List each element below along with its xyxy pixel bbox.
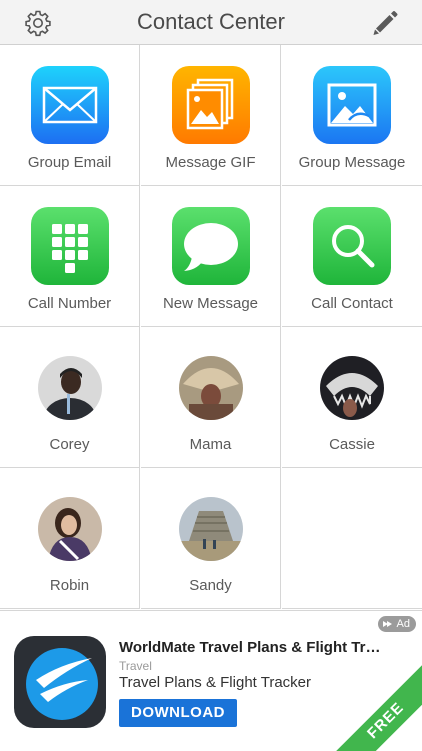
tile-group-email[interactable]: Group Email (0, 45, 140, 186)
tile-label: Message GIF (165, 154, 256, 171)
contact-sandy[interactable]: Sandy (141, 468, 281, 609)
page-title: Contact Center (137, 9, 285, 34)
contact-grid: Group Email Message GIF Group Message Ca… (0, 45, 422, 609)
contact-name: Corey (49, 436, 90, 453)
picture-frame-icon (313, 66, 391, 144)
tile-label: Group Message (298, 154, 406, 171)
tile-message-gif[interactable]: Message GIF (141, 45, 281, 186)
ad-badge[interactable]: Ad (377, 616, 416, 632)
top-bar: Contact Center (0, 0, 422, 45)
avatar (179, 356, 243, 420)
contact-name: Cassie (329, 436, 375, 453)
tile-label: New Message (162, 295, 259, 312)
empty-cell (282, 468, 422, 609)
tile-label: Call Contact (311, 295, 393, 312)
envelope-icon (31, 66, 109, 144)
ad-banner[interactable]: Ad WorldMate Travel Plans & Flight Tr… T… (0, 610, 422, 751)
tile-new-message[interactable]: New Message (141, 186, 281, 327)
contact-robin[interactable]: Robin (0, 468, 140, 609)
magnifier-icon (313, 207, 391, 285)
tile-call-number[interactable]: Call Number (0, 186, 140, 327)
contact-name: Sandy (189, 577, 232, 594)
tile-label: Group Email (27, 154, 112, 171)
ad-choices-icon (382, 621, 392, 627)
ad-badge-label: Ad (396, 618, 410, 630)
photo-stack-icon (172, 66, 250, 144)
contact-mama[interactable]: Mama (141, 327, 281, 468)
dialpad-icon (31, 207, 109, 285)
avatar (38, 356, 102, 420)
worldmate-logo-icon[interactable] (14, 636, 106, 728)
contact-name: Robin (49, 577, 90, 594)
tile-group-message[interactable]: Group Message (282, 45, 422, 186)
speech-bubble-icon (172, 207, 250, 285)
avatar (38, 497, 102, 561)
contact-cassie[interactable]: Cassie (282, 327, 422, 468)
pencil-icon[interactable] (370, 8, 400, 38)
tile-label: Call Number (27, 295, 112, 312)
tile-call-contact[interactable]: Call Contact (282, 186, 422, 327)
avatar (179, 497, 243, 561)
free-ribbon: FREE (319, 654, 422, 751)
ad-app-title[interactable]: WorldMate Travel Plans & Flight Tr… (119, 639, 380, 656)
contact-corey[interactable]: Corey (0, 327, 140, 468)
ad-subtitle: Travel Plans & Flight Tracker (119, 674, 312, 691)
contact-name: Mama (189, 436, 232, 453)
ad-category: Travel (119, 659, 152, 673)
avatar (320, 356, 384, 420)
download-button[interactable]: DOWNLOAD (119, 699, 237, 727)
